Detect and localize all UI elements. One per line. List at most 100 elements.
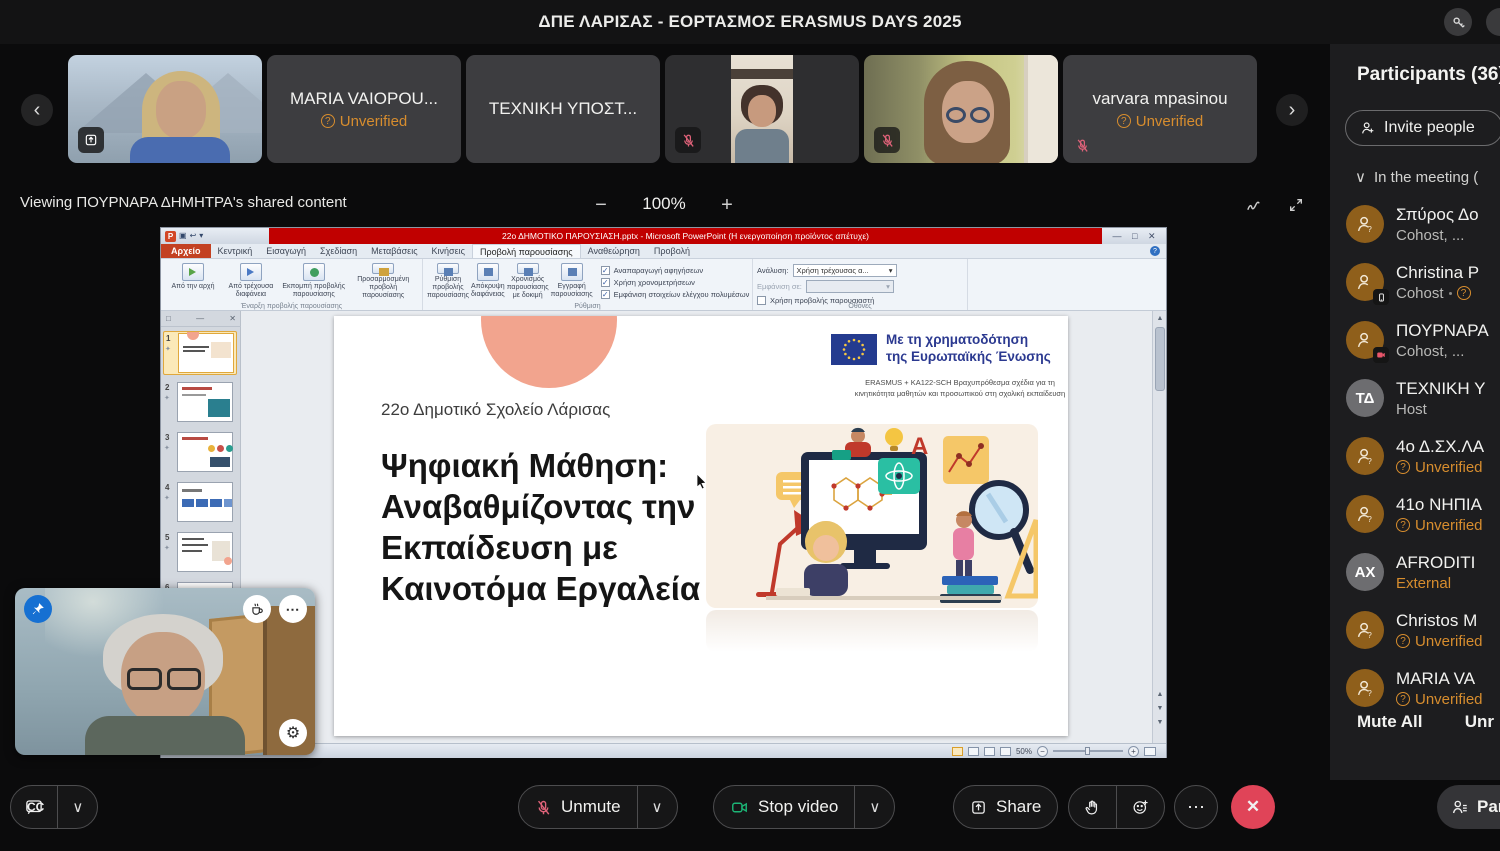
slide-thumbnail-3[interactable]: 3✦: [163, 431, 237, 475]
participant-row[interactable]: ΤΔ ΤΕΧΝΙΚΗ Υ Host: [1346, 370, 1500, 426]
ppt-minimize-button[interactable]: —: [1113, 231, 1122, 241]
video-tile-5[interactable]: [864, 55, 1058, 163]
audio-options-button[interactable]: ∨: [638, 798, 677, 816]
ppt-zoom-in-button[interactable]: +: [1128, 746, 1139, 757]
participant-row[interactable]: ? Σπύρος Δο Cohost, ...: [1346, 196, 1500, 252]
slideshow-view-icon[interactable]: [1000, 747, 1011, 756]
video-tile-4[interactable]: [665, 55, 859, 163]
unmute-all-button[interactable]: Unr: [1465, 712, 1494, 732]
slide-thumbnail-5[interactable]: 5✦: [163, 531, 237, 575]
thumb-panel-close-icon[interactable]: ✕: [229, 314, 236, 323]
ppt-tab-slideshow[interactable]: Προβολή παρουσίασης: [472, 244, 581, 258]
filmstrip-prev-button[interactable]: ‹: [21, 94, 53, 126]
zoom-out-button[interactable]: −: [586, 190, 616, 220]
video-tile-3[interactable]: ΤΕΧΝΙΚΗ ΥΠΟΣΤ...: [466, 55, 660, 163]
video-tile-6[interactable]: varvara mpasinou ?Unverified: [1063, 55, 1257, 163]
ppt-zoom-out-button[interactable]: −: [1037, 746, 1048, 757]
self-view-more-button[interactable]: ⋯: [279, 595, 307, 623]
slides-tab-icon[interactable]: □: [166, 314, 171, 323]
rehearse-timings-button[interactable]: Χρονισμός παρουσίασης με δοκιμή: [507, 262, 549, 300]
ppt-tab-design[interactable]: Σχεδίαση: [313, 244, 364, 258]
previous-slide-icon[interactable]: ▲: [1153, 687, 1166, 701]
slide-thumbnail-4[interactable]: 4✦: [163, 481, 237, 525]
from-beginning-button[interactable]: Από την αρχή: [165, 262, 221, 300]
next-slide-icon[interactable]: ▼: [1153, 701, 1166, 715]
ppt-tab-animations[interactable]: Κινήσεις: [425, 244, 472, 258]
raise-hand-button[interactable]: [1069, 786, 1116, 828]
participant-row[interactable]: ? 41ο ΝΗΠΙΑ ?Unverified: [1346, 486, 1500, 542]
outline-tab-icon[interactable]: —: [196, 314, 204, 323]
show-media-controls-checkbox[interactable]: ✓Εμφάνιση στοιχείων ελέγχου πολυμέσων: [601, 290, 750, 299]
scroll-down-icon[interactable]: ▼: [1153, 715, 1166, 729]
self-view-video[interactable]: ⋯ ⚙: [15, 588, 315, 755]
slide-sorter-view-icon[interactable]: [968, 747, 979, 756]
ppt-tab-insert[interactable]: Εισαγωγή: [259, 244, 313, 258]
video-tile-2[interactable]: MARIA VAIOPOU... ?Unverified: [267, 55, 461, 163]
captions-button[interactable]: CC: [11, 786, 57, 828]
scroll-up-icon[interactable]: ▲: [1153, 311, 1166, 325]
from-current-slide-button[interactable]: Από τρέχουσα διαφάνεια: [223, 262, 279, 300]
ppt-tab-transitions[interactable]: Μεταβάσεις: [364, 244, 424, 258]
unmute-button[interactable]: Unmute: [519, 786, 637, 828]
filmstrip-next-button[interactable]: ›: [1276, 94, 1308, 126]
participants-toggle-button[interactable]: Par: [1437, 785, 1500, 829]
annotate-button[interactable]: [1240, 192, 1266, 218]
reading-view-icon[interactable]: [984, 747, 995, 756]
video-tile-1[interactable]: [68, 55, 262, 163]
mute-all-button[interactable]: Mute All: [1357, 712, 1422, 732]
show-on-dropdown[interactable]: ▾: [806, 280, 894, 293]
participant-row[interactable]: ? 4ο Δ.ΣΧ.ΛΑ ?Unverified: [1346, 428, 1500, 484]
participants-icon: [1451, 798, 1469, 816]
slide-number: 4: [165, 483, 169, 492]
expand-button[interactable]: [1283, 192, 1309, 218]
share-button[interactable]: Share: [954, 786, 1057, 828]
ppt-slide-canvas[interactable]: Με τη χρηματοδότηση της Ευρωπαϊκής Ένωση…: [334, 316, 1068, 736]
ppt-restore-button[interactable]: □: [1132, 231, 1137, 241]
ppt-tab-review[interactable]: Αναθεώρηση: [581, 244, 647, 258]
ppt-close-button[interactable]: ✕: [1148, 231, 1156, 242]
avatar-initials: ΤΔ: [1346, 379, 1384, 417]
participant-video: [735, 129, 789, 163]
in-meeting-section-header[interactable]: ∨ In the meeting (: [1355, 168, 1478, 186]
zoom-in-button[interactable]: +: [712, 190, 742, 220]
video-options-button[interactable]: ∨: [855, 798, 894, 816]
participant-row[interactable]: Christina P Cohost?: [1346, 254, 1500, 310]
participant-row[interactable]: AX AFRODITI External: [1346, 544, 1500, 600]
stop-video-button[interactable]: Stop video: [714, 786, 854, 828]
play-narrations-checkbox[interactable]: ✓Αναπαραγωγή αφηγήσεων: [601, 266, 750, 275]
meeting-lock-icon[interactable]: [1444, 8, 1472, 36]
record-slideshow-button[interactable]: Εγγραφή παρουσίασης: [551, 262, 593, 300]
ppt-help-icon[interactable]: ?: [1150, 246, 1160, 256]
setup-slideshow-button[interactable]: Ρύθμιση προβολής παρουσίασης: [427, 262, 469, 300]
hide-slide-button[interactable]: Απόκρυψη διαφάνειας: [471, 262, 505, 300]
zoom-slider-thumb[interactable]: [1085, 747, 1090, 755]
normal-view-icon[interactable]: [952, 747, 963, 756]
ppt-tab-home[interactable]: Κεντρική: [211, 244, 260, 258]
fit-to-window-icon[interactable]: [1144, 747, 1156, 756]
custom-slideshow-button[interactable]: Προσαρμοσμένη προβολή παρουσίασης: [349, 262, 418, 300]
resolution-dropdown[interactable]: Χρήση τρέχουσας α...▾: [793, 264, 897, 277]
ppt-tab-file[interactable]: Αρχείο: [161, 244, 211, 258]
ppt-tab-view[interactable]: Προβολή: [647, 244, 697, 258]
leave-meeting-button[interactable]: ✕: [1231, 785, 1275, 829]
more-options-button[interactable]: ⋯: [1174, 785, 1218, 829]
participant-row[interactable]: ? MARIA VA ?Unverified: [1346, 660, 1500, 716]
broadcast-slideshow-button[interactable]: Εκπομπή προβολής παρουσίασης: [281, 262, 347, 300]
ppt-zoom-slider[interactable]: [1053, 750, 1123, 752]
slide-thumbnail-2[interactable]: 2✦: [163, 381, 237, 425]
invite-people-button[interactable]: Invite people: [1345, 110, 1500, 146]
use-timings-checkbox[interactable]: ✓Χρήση χρονομετρήσεων: [601, 278, 750, 287]
reactions-button[interactable]: [1117, 786, 1164, 828]
ppt-vertical-scrollbar[interactable]: ▲ ▲ ▼ ▼: [1152, 311, 1166, 743]
participant-name: Σπύρος Δο: [1396, 205, 1479, 225]
slide-thumbnail-1[interactable]: 1✦: [163, 331, 237, 375]
participant-row[interactable]: ? Christos M ?Unverified: [1346, 602, 1500, 658]
brb-coffee-button[interactable]: [243, 595, 271, 623]
animation-star-icon: ✦: [164, 444, 170, 452]
participant-row[interactable]: ΠΟΥΡΝΑΡΑ Cohost, ...: [1346, 312, 1500, 368]
scrollbar-thumb[interactable]: [1155, 327, 1165, 391]
settings-gear-button[interactable]: ⚙: [279, 719, 307, 747]
pin-button[interactable]: [24, 595, 52, 623]
ppt-quick-access-toolbar[interactable]: P ▣ ↩ ▾: [161, 228, 269, 244]
captions-options-button[interactable]: ∨: [58, 798, 97, 816]
